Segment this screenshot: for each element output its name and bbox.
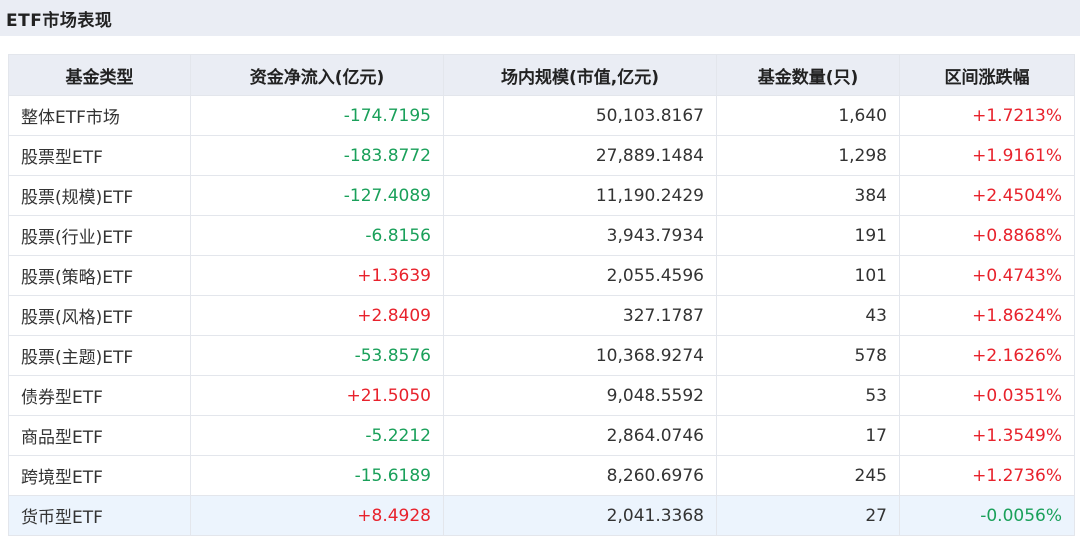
cell-scale: 10,368.9274 xyxy=(443,335,717,376)
cell-fund-count: 1,640 xyxy=(716,95,900,136)
table-row: 整体ETF市场 -174.7195 50,103.8167 1,640 +1.7213% xyxy=(8,95,1075,136)
cell-change: +1.3549% xyxy=(899,415,1075,456)
cell-scale: 327.1787 xyxy=(443,295,717,336)
cell-net-inflow: +2.8409 xyxy=(190,295,444,336)
cell-fund-type: 股票(风格)ETF xyxy=(8,295,191,336)
title-bar: ETF市场表现 xyxy=(0,0,1080,36)
cell-fund-type: 股票(行业)ETF xyxy=(8,215,191,256)
cell-scale: 11,190.2429 xyxy=(443,175,717,216)
cell-change: +2.4504% xyxy=(899,175,1075,216)
table-row: 股票(主题)ETF -53.8576 10,368.9274 578 +2.1626% xyxy=(8,335,1075,376)
cell-scale: 2,055.4596 xyxy=(443,255,717,296)
cell-scale: 2,041.3368 xyxy=(443,495,717,536)
cell-fund-type: 债券型ETF xyxy=(8,375,191,416)
etf-table-container: 基金类型 资金净流入(亿元) 场内规模(市值,亿元) 基金数量(只) 区间涨跌幅… xyxy=(8,54,1075,536)
cell-fund-count: 43 xyxy=(716,295,900,336)
cell-change: +1.9161% xyxy=(899,135,1075,176)
cell-scale: 27,889.1484 xyxy=(443,135,717,176)
table-row: 股票(规模)ETF -127.4089 11,190.2429 384 +2.4504% xyxy=(8,175,1075,216)
cell-fund-count: 578 xyxy=(716,335,900,376)
etf-performance-table: 基金类型 资金净流入(亿元) 场内规模(市值,亿元) 基金数量(只) 区间涨跌幅… xyxy=(8,54,1075,536)
table-row: 股票(行业)ETF -6.8156 3,943.7934 191 +0.8868% xyxy=(8,215,1075,256)
cell-fund-type: 商品型ETF xyxy=(8,415,191,456)
cell-scale: 3,943.7934 xyxy=(443,215,717,256)
column-header-fund-type: 基金类型 xyxy=(8,54,191,96)
cell-net-inflow: +8.4928 xyxy=(190,495,444,536)
cell-fund-type: 股票(规模)ETF xyxy=(8,175,191,216)
cell-fund-type: 跨境型ETF xyxy=(8,455,191,496)
cell-change: +0.8868% xyxy=(899,215,1075,256)
table-row: 货币型ETF +8.4928 2,041.3368 27 -0.0056% xyxy=(8,495,1075,536)
cell-scale: 2,864.0746 xyxy=(443,415,717,456)
cell-change: -0.0056% xyxy=(899,495,1075,536)
cell-fund-type: 货币型ETF xyxy=(8,495,191,536)
cell-fund-count: 53 xyxy=(716,375,900,416)
cell-fund-count: 27 xyxy=(716,495,900,536)
cell-fund-type: 股票型ETF xyxy=(8,135,191,176)
table-row: 债券型ETF +21.5050 9,048.5592 53 +0.0351% xyxy=(8,375,1075,416)
column-header-fund-count: 基金数量(只) xyxy=(716,54,900,96)
cell-change: +2.1626% xyxy=(899,335,1075,376)
cell-net-inflow: -174.7195 xyxy=(190,95,444,136)
table-header-row: 基金类型 资金净流入(亿元) 场内规模(市值,亿元) 基金数量(只) 区间涨跌幅 xyxy=(8,54,1075,96)
cell-net-inflow: +21.5050 xyxy=(190,375,444,416)
cell-change: +1.8624% xyxy=(899,295,1075,336)
table-body: 整体ETF市场 -174.7195 50,103.8167 1,640 +1.7213%… xyxy=(8,95,1075,536)
cell-fund-count: 17 xyxy=(716,415,900,456)
column-header-net-inflow: 资金净流入(亿元) xyxy=(190,54,444,96)
table-row: 股票(风格)ETF +2.8409 327.1787 43 +1.8624% xyxy=(8,295,1075,336)
page-title: ETF市场表现 xyxy=(6,10,113,31)
cell-net-inflow: -15.6189 xyxy=(190,455,444,496)
cell-net-inflow: -53.8576 xyxy=(190,335,444,376)
cell-fund-type: 股票(策略)ETF xyxy=(8,255,191,296)
cell-fund-count: 101 xyxy=(716,255,900,296)
table-row: 跨境型ETF -15.6189 8,260.6976 245 +1.2736% xyxy=(8,455,1075,496)
table-row: 股票型ETF -183.8772 27,889.1484 1,298 +1.9161% xyxy=(8,135,1075,176)
cell-fund-count: 245 xyxy=(716,455,900,496)
cell-net-inflow: +1.3639 xyxy=(190,255,444,296)
table-row: 商品型ETF -5.2212 2,864.0746 17 +1.3549% xyxy=(8,415,1075,456)
cell-net-inflow: -5.2212 xyxy=(190,415,444,456)
cell-net-inflow: -6.8156 xyxy=(190,215,444,256)
table-row: 股票(策略)ETF +1.3639 2,055.4596 101 +0.4743% xyxy=(8,255,1075,296)
column-header-change: 区间涨跌幅 xyxy=(899,54,1075,96)
cell-change: +1.2736% xyxy=(899,455,1075,496)
cell-fund-count: 191 xyxy=(716,215,900,256)
cell-scale: 50,103.8167 xyxy=(443,95,717,136)
cell-fund-type: 股票(主题)ETF xyxy=(8,335,191,376)
cell-net-inflow: -183.8772 xyxy=(190,135,444,176)
cell-fund-count: 384 xyxy=(716,175,900,216)
cell-net-inflow: -127.4089 xyxy=(190,175,444,216)
cell-fund-count: 1,298 xyxy=(716,135,900,176)
cell-change: +0.4743% xyxy=(899,255,1075,296)
cell-change: +1.7213% xyxy=(899,95,1075,136)
cell-scale: 9,048.5592 xyxy=(443,375,717,416)
column-header-scale: 场内规模(市值,亿元) xyxy=(443,54,717,96)
cell-change: +0.0351% xyxy=(899,375,1075,416)
cell-scale: 8,260.6976 xyxy=(443,455,717,496)
cell-fund-type: 整体ETF市场 xyxy=(8,95,191,136)
